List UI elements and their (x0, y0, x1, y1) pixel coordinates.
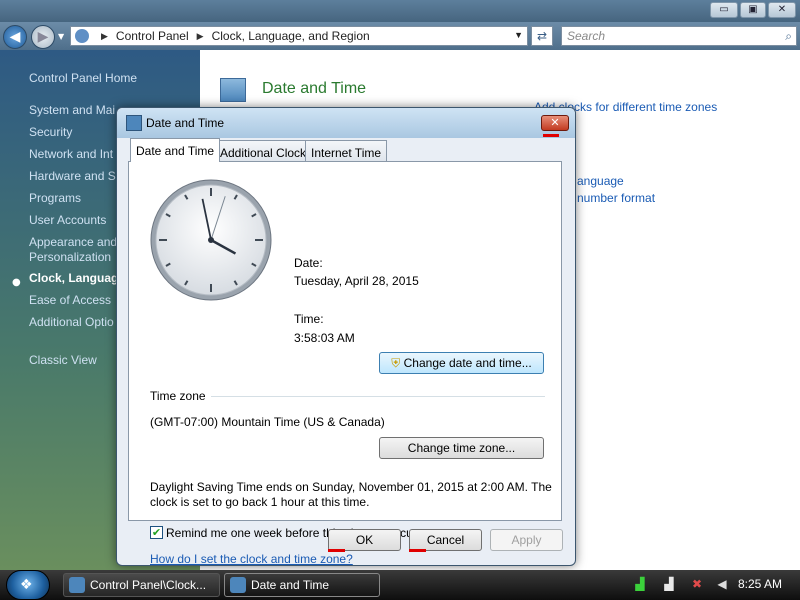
nav-clock-language-region[interactable]: Clock, Language (29, 271, 125, 285)
taskbar-control-panel[interactable]: Control Panel\Clock... (63, 573, 220, 597)
signal-strength-icon[interactable]: ▟ (632, 577, 648, 593)
signal-strength-icon[interactable]: ▟ (661, 577, 677, 593)
taskbar-date-and-time[interactable]: Date and Time (224, 573, 380, 597)
nav-appearance[interactable]: Appearance and (29, 235, 117, 249)
time-zone-group-label: Time zone (150, 389, 206, 403)
analog-clock-icon (150, 179, 272, 301)
network-disconnected-icon[interactable]: ✖ (689, 577, 705, 593)
control-panel-icon (75, 29, 89, 43)
link-number-format[interactable]: number format (577, 191, 655, 205)
time-zone-value: (GMT-07:00) Mountain Time (US & Canada) (150, 415, 385, 429)
search-icon[interactable]: ⌕ (785, 27, 792, 45)
nav-classic-view[interactable]: Classic View (29, 353, 97, 367)
refresh-button[interactable]: ⇄ (531, 26, 553, 46)
current-bullet-icon: ● (12, 277, 21, 288)
dst-text-line2: clock is set to go back 1 hour at this t… (150, 495, 370, 509)
nav-additional-options[interactable]: Additional Optio (29, 315, 114, 329)
date-time-icon (126, 115, 142, 131)
breadcrumb-clock-language-region[interactable]: Clock, Language, and Region (212, 29, 370, 43)
back-button[interactable]: ◀ (3, 25, 27, 49)
time-label: Time: (294, 312, 324, 326)
forward-button[interactable]: ▶ (31, 25, 55, 49)
start-button[interactable]: ❖ (6, 570, 50, 600)
change-time-zone-button[interactable]: Change time zone... (379, 437, 544, 459)
windows-logo-icon: ❖ (20, 577, 33, 593)
apply-button[interactable]: Apply (490, 529, 563, 551)
nav-programs[interactable]: Programs (29, 191, 81, 205)
control-panel-icon (69, 577, 85, 593)
date-time-panel: Date: Tuesday, April 28, 2015 Time: 3:58… (128, 161, 562, 566)
nav-hardware-sound[interactable]: Hardware and So (29, 169, 122, 183)
date-value: Tuesday, April 28, 2015 (294, 274, 419, 288)
breadcrumb-control-panel[interactable]: Control Panel (116, 29, 189, 43)
taskbar-clock[interactable]: 8:25 AM (738, 577, 782, 591)
date-label: Date: (294, 256, 323, 270)
tab-internet-time[interactable]: Internet Time (305, 140, 388, 161)
nav-network-internet[interactable]: Network and Int (29, 147, 113, 161)
nav-user-accounts[interactable]: User Accounts (29, 213, 106, 227)
nav-personalization[interactable]: Personalization (29, 250, 111, 264)
change-date-time-button[interactable]: ⛨ Change date and time... (379, 352, 544, 374)
window-titlebar: ▭ ▣ ✕ (0, 0, 800, 22)
annotation-mark (409, 549, 426, 552)
address-dropdown-icon[interactable]: ▼ (514, 30, 523, 40)
dialog-title: Date and Time (146, 116, 225, 130)
category-title[interactable]: Date and Time (262, 80, 366, 98)
nav-security[interactable]: Security (29, 125, 72, 139)
ok-button[interactable]: OK (328, 529, 401, 551)
address-toolbar: ◀ ▶ ▼ ▶ Control Panel ▶ Clock, Language,… (0, 22, 800, 50)
search-input[interactable]: Search ⌕ (561, 26, 797, 46)
dialog-close-button[interactable]: ✕ (541, 115, 569, 131)
help-link[interactable]: How do I set the clock and time zone? (150, 552, 353, 566)
close-button[interactable]: ✕ (768, 2, 796, 18)
date-time-category-icon (220, 78, 246, 102)
date-time-icon (230, 577, 246, 593)
tab-date-and-time[interactable]: Date and Time (130, 138, 221, 162)
breadcrumb-arrow-icon: ▶ (101, 30, 108, 41)
maximize-button[interactable]: ▣ (740, 2, 766, 18)
dialog-titlebar: Date and Time ✕ (117, 108, 575, 138)
dst-text-line1: Daylight Saving Time ends on Sunday, Nov… (150, 480, 552, 494)
uac-shield-icon: ⛨ (391, 356, 401, 370)
group-divider (211, 396, 545, 397)
time-value: 3:58:03 AM (294, 331, 355, 345)
nav-ease-of-access[interactable]: Ease of Access (29, 293, 111, 307)
link-language[interactable]: anguage (577, 174, 624, 188)
remind-checkbox[interactable]: ✔ (150, 526, 163, 539)
address-bar[interactable]: ▶ Control Panel ▶ Clock, Language, and R… (70, 26, 528, 46)
cancel-button[interactable]: Cancel (409, 529, 482, 551)
recent-pages-dropdown[interactable]: ▼ (58, 32, 68, 42)
minimize-button[interactable]: ▭ (710, 2, 738, 18)
nav-system-maintenance[interactable]: System and Mai (29, 103, 115, 117)
tab-additional-clocks[interactable]: Additional Clocks (214, 140, 319, 161)
annotation-mark (328, 549, 345, 552)
taskbar: ❖ Control Panel\Clock... Date and Time ▟… (0, 570, 800, 600)
date-time-dialog: Date and Time ✕ Date and Time Additional… (116, 107, 576, 566)
breadcrumb-arrow-icon: ▶ (196, 30, 204, 41)
volume-icon[interactable]: ◀ (714, 577, 730, 593)
nav-control-panel-home[interactable]: Control Panel Home (29, 71, 137, 85)
annotation-mark (543, 134, 559, 137)
